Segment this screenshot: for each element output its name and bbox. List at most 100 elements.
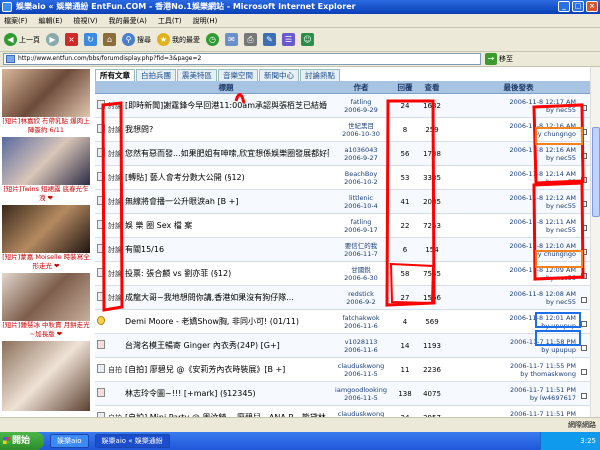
last-post-time-link[interactable]: 2006-11-8 12:12 AM <box>447 194 576 202</box>
author-name-link[interactable]: iamgoodlooking <box>329 386 393 394</box>
col-author[interactable]: 作者 <box>329 81 393 93</box>
last-post-time-link[interactable]: 2006-11-8 12:14 AM <box>447 170 576 178</box>
minimize-button[interactable]: _ <box>558 1 570 12</box>
author-name-link[interactable]: clauduskwong <box>329 410 393 418</box>
table-row[interactable]: 討論 [轉貼] 藝人會考分數大公開 (§12) BeachBoy 2006-10-2 5… <box>95 166 590 190</box>
table-row[interactable]: 討論 無線將會播一公升眼淚ah [B +] littlenic 2006-10-4 41… <box>95 190 590 214</box>
last-post-arrow-icon[interactable] <box>581 368 587 375</box>
back-button[interactable]: ◀ 上一頁 <box>4 33 40 46</box>
tab-beauty[interactable]: 震美特區 <box>177 69 217 81</box>
last-post-time-link[interactable]: 2006-11-8 12:09 AM <box>447 266 576 274</box>
table-row[interactable]: 台灣名模王暢寄 Ginger 內衣秀(24P) [G+] v1028113 2006… <box>95 334 590 358</box>
last-post-time-link[interactable]: 2006-11-7 11:51 PM <box>447 386 576 394</box>
favorites-button[interactable]: ★ 我的最愛 <box>157 33 200 46</box>
last-post-user[interactable]: by nec55 <box>447 154 576 162</box>
table-row[interactable]: 林志玲令圖~!!! [+mark] (§12345) iamgoodlooking… <box>95 382 590 406</box>
table-row[interactable]: 討論 成龍大哥~我地想問你講,香港如果沒有狗仔隊... redstick 2006-9… <box>95 286 590 310</box>
print-icon[interactable]: ⎙ <box>244 33 257 46</box>
history-icon[interactable]: ◷ <box>206 33 219 46</box>
refresh-icon[interactable]: ↻ <box>84 33 97 46</box>
table-row[interactable]: 討論 [即時新聞]謝霆鋒今早回港11:00am承認與張栢芝已結婚 fatling 20… <box>95 94 590 118</box>
thread-title-link[interactable]: [轉貼] 藝人會考分數大公開 (§12) <box>123 173 329 183</box>
stop-icon[interactable]: × <box>65 33 78 46</box>
last-post-user[interactable]: by nec55 <box>447 274 576 282</box>
maximize-button[interactable]: □ <box>572 1 584 12</box>
last-post-arrow-icon[interactable] <box>581 344 587 351</box>
go-button[interactable]: → 移至 <box>485 53 513 65</box>
thread-title-link[interactable]: 成龍大哥~我地想問你講,香港如果沒有狗仔隊... <box>123 293 329 303</box>
table-row[interactable]: 討論您然有惡而發...如果肥姐有呻嗦,欣宜想係娛樂圈發展都好難 (§12)a10… <box>95 142 590 166</box>
last-post-time-link[interactable]: 2006-11-8 12:16 AM <box>447 122 576 130</box>
author-name-link[interactable]: littlenic <box>329 194 393 202</box>
search-button[interactable]: ⚲ 搜尋 <box>122 33 151 46</box>
table-row[interactable]: 討論 我想問? 世紀黑目 2006-10-30 8 259 2006-11-8 12:16 … <box>95 118 590 142</box>
mail-icon[interactable]: ✉ <box>225 33 238 46</box>
author-name-link[interactable]: a1036043 <box>329 146 393 154</box>
last-post-arrow-icon[interactable] <box>581 296 587 303</box>
last-post-user[interactable]: by nec55 <box>447 178 576 186</box>
author-name-link[interactable]: v1028113 <box>329 338 393 346</box>
last-post-user[interactable]: by lw4697617 <box>447 394 576 402</box>
discuss-icon[interactable]: ☰ <box>282 33 295 46</box>
thread-title-link[interactable]: Demi Moore - 老嬌Show胸, 非同小可! (01/11) <box>123 317 329 327</box>
last-post-arrow-icon[interactable] <box>581 200 587 207</box>
last-post-arrow-icon[interactable] <box>581 392 587 399</box>
tab-music[interactable]: 音樂空間 <box>218 69 258 81</box>
last-post-arrow-icon[interactable] <box>581 320 587 327</box>
vertical-scrollbar[interactable] <box>590 67 600 417</box>
last-post-user[interactable]: by nec55 <box>447 202 576 210</box>
last-post-user[interactable]: by nec55 <box>447 106 576 114</box>
last-post-arrow-icon[interactable] <box>581 248 587 255</box>
last-post-time-link[interactable]: 2006-11-7 11:51 PM <box>447 410 576 418</box>
last-post-time-link[interactable]: 2006-11-8 12:01 AM <box>447 314 576 322</box>
last-post-time-link[interactable]: 2006-11-7 11:55 PM <box>447 362 576 370</box>
menu-file[interactable]: 檔案(F) <box>4 16 28 26</box>
last-post-arrow-icon[interactable] <box>581 224 587 231</box>
author-name-link[interactable]: clauduskwong <box>329 362 393 370</box>
thread-title-link[interactable]: 娛 樂 圈 Sex 檔 案 <box>123 221 329 231</box>
table-row[interactable]: 討論 有關15/16 要信仁的我 2006-11-7 6 154 2006-11-8 12:… <box>95 238 590 262</box>
last-post-time-link[interactable]: 2006-11-8 12:16 AM <box>447 146 576 154</box>
ad-block[interactable] <box>2 341 90 411</box>
tab-selfie[interactable]: 白拍兵團 <box>136 69 176 81</box>
last-post-user[interactable]: by upupup <box>447 322 576 330</box>
ad-block[interactable]: [短片]鍾慧冰 中秋賣 月餅走光~加長版 ❤ <box>2 273 90 339</box>
table-row[interactable]: Demi Moore - 老嬌Show胸, 非同小可! (01/11) fatch… <box>95 310 590 334</box>
scrollbar-thumb[interactable] <box>592 127 600 217</box>
thread-title-link[interactable]: 台灣名模王暢寄 Ginger 內衣秀(24P) [G+] <box>123 341 329 351</box>
menu-help[interactable]: 說明(H) <box>193 16 218 26</box>
thread-title-link[interactable]: [自拍] 廖碧兒 @《安莉芳內衣時裝展》[B +] <box>123 365 329 375</box>
tab-all-posts[interactable]: 所有文章 <box>95 69 135 81</box>
thread-title-link[interactable]: [即時新聞]謝霆鋒今早回港11:00am承認與張栢芝已結婚 <box>123 101 329 111</box>
tab-hot-topics[interactable]: 討論熱點 <box>300 69 340 81</box>
last-post-user[interactable]: by nec55 <box>447 298 576 306</box>
author-name-link[interactable]: 世紀黑目 <box>329 122 393 130</box>
messenger-icon[interactable]: ☺ <box>301 33 314 46</box>
menu-tools[interactable]: 工具(T) <box>158 16 182 26</box>
thread-title-link[interactable]: 林志玲令圖~!!! [+mark] (§12345) <box>123 389 329 399</box>
last-post-arrow-icon[interactable] <box>581 272 587 279</box>
tab-news[interactable]: 新聞中心 <box>259 69 299 81</box>
taskbar-item-active[interactable]: 娛樂aio « 娛樂通紛 <box>94 434 170 448</box>
col-replies[interactable]: 回覆 <box>393 81 417 93</box>
author-name-link[interactable]: 甘國銳 <box>329 266 393 274</box>
thread-title-link[interactable]: 有關15/16 <box>123 245 329 255</box>
last-post-arrow-icon[interactable] <box>581 104 587 111</box>
menu-favorites[interactable]: 我的最愛(A) <box>109 16 147 26</box>
address-input[interactable]: http://www.entfun.com/bbs/forumdisplay.p… <box>3 53 481 65</box>
ad-block[interactable]: [短片]Twins 短裙露 底春光乍洩 ❤ <box>2 137 90 203</box>
last-post-user[interactable]: by nec55 <box>447 226 576 234</box>
author-name-link[interactable]: 要信仁的我 <box>329 242 393 250</box>
last-post-user[interactable]: by upupup <box>447 346 576 354</box>
ad-block[interactable]: [短片]林嘉欣 冇帶乳貼 爆肉上陣簽約 6/11 <box>2 69 90 135</box>
last-post-user[interactable]: by chungngo <box>447 250 576 258</box>
col-title[interactable]: 標題 <box>123 81 329 93</box>
table-row[interactable]: 自拍 [自拍] 廖碧兒 @《安莉芳內衣時裝展》[B +] clauduskwong 2… <box>95 358 590 382</box>
table-row[interactable]: 自拍[自拍] Mini Party @ 周汶錡 、廖碧兒、ANA R、熊黛林 [… <box>95 406 590 417</box>
last-post-time-link[interactable]: 2006-11-8 12:17 AM <box>447 98 576 106</box>
close-button[interactable]: × <box>586 1 598 12</box>
author-name-link[interactable]: BeachBoy <box>329 170 393 178</box>
edit-icon[interactable]: ✎ <box>263 33 276 46</box>
last-post-user[interactable]: by thomaskwong <box>447 370 576 378</box>
last-post-arrow-icon[interactable] <box>581 128 587 135</box>
